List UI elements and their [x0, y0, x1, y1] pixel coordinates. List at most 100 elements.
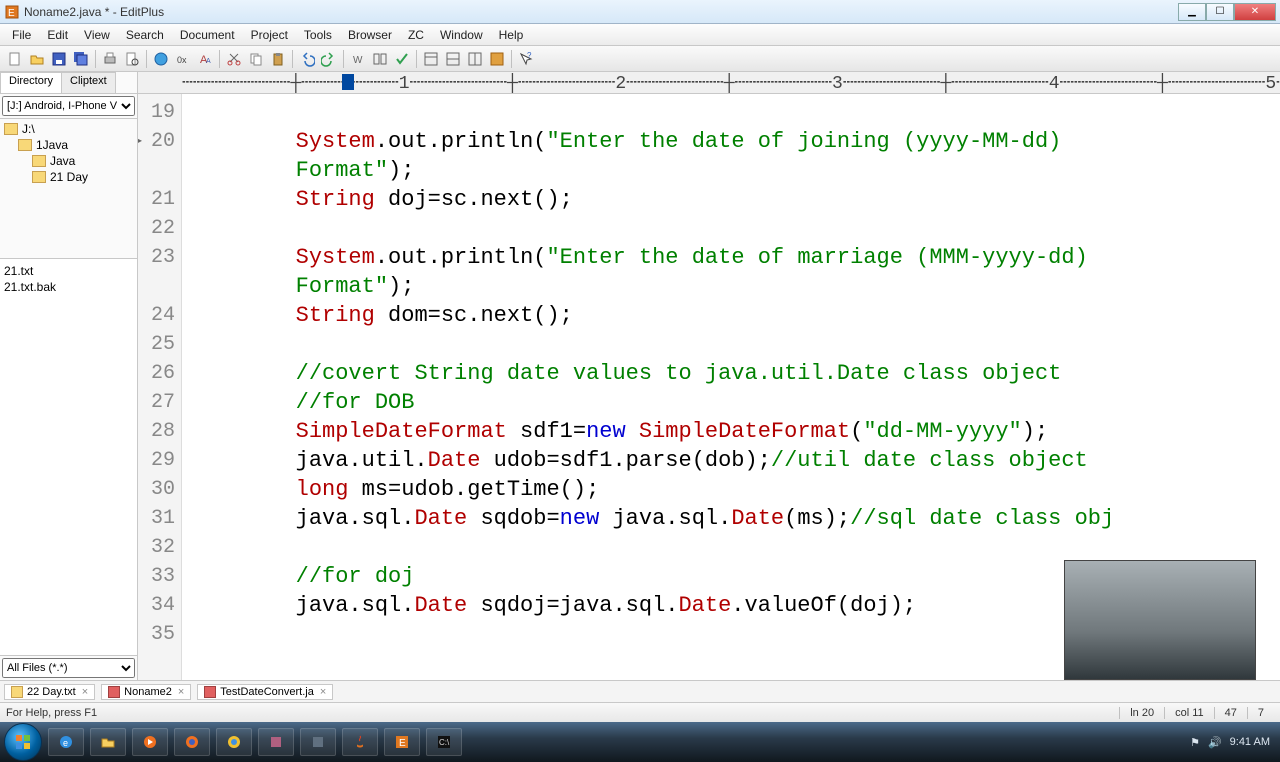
check-icon[interactable]	[391, 48, 413, 70]
svg-text:C:\: C:\	[439, 738, 450, 747]
undo-icon[interactable]	[296, 48, 318, 70]
menu-document[interactable]: Document	[172, 26, 243, 44]
sidebar: Directory Cliptext [J:] Android, I-Phone…	[0, 72, 138, 680]
task-editplus-icon[interactable]: E	[384, 728, 420, 756]
system-tray[interactable]: ⚑ 🔊 9:41 AM	[1190, 736, 1276, 749]
code-line[interactable]: java.sql.Date sqdob=new java.sql.Date(ms…	[190, 504, 1280, 533]
print-icon[interactable]	[99, 48, 121, 70]
taskbar: e E C:\ ⚑ 🔊 9:41 AM	[0, 722, 1280, 762]
split-v-icon[interactable]	[464, 48, 486, 70]
menu-project[interactable]: Project	[243, 26, 296, 44]
task-firefox-icon[interactable]	[174, 728, 210, 756]
save-icon[interactable]	[48, 48, 70, 70]
ruler-caret-icon	[342, 74, 354, 90]
fullscreen-icon[interactable]	[486, 48, 508, 70]
minimize-button[interactable]: ▁	[1178, 3, 1206, 21]
menu-edit[interactable]: Edit	[39, 26, 76, 44]
folder-icon	[4, 123, 18, 135]
tray-volume-icon[interactable]: 🔊	[1208, 736, 1222, 749]
menu-zc[interactable]: ZC	[400, 26, 432, 44]
help-pointer-icon[interactable]: ?	[515, 48, 537, 70]
code-line[interactable]: java.util.Date udob=sdf1.parse(dob);//ut…	[190, 446, 1280, 475]
start-button[interactable]	[4, 723, 42, 761]
svg-text:0x: 0x	[177, 55, 187, 65]
code-line[interactable]: Format");	[190, 156, 1280, 185]
save-all-icon[interactable]	[70, 48, 92, 70]
menu-search[interactable]: Search	[118, 26, 172, 44]
code-line[interactable]	[190, 98, 1280, 127]
menu-browser[interactable]: Browser	[340, 26, 400, 44]
task-app1-icon[interactable]	[258, 728, 294, 756]
maximize-button[interactable]: ☐	[1206, 3, 1234, 21]
file-filter-select[interactable]: All Files (*.*)	[2, 658, 135, 678]
tray-time[interactable]: 9:41 AM	[1230, 736, 1270, 748]
menu-bar: FileEditViewSearchDocumentProjectToolsBr…	[0, 24, 1280, 46]
split-h-icon[interactable]	[442, 48, 464, 70]
file-list[interactable]: 21.txt21.txt.bak	[0, 259, 137, 655]
webcam-overlay	[1064, 560, 1256, 680]
menu-window[interactable]: Window	[432, 26, 491, 44]
doc-tab[interactable]: 22 Day.txt×	[4, 684, 95, 700]
task-ie-icon[interactable]: e	[48, 728, 84, 756]
status-sel: 47	[1214, 707, 1247, 719]
directory-tree[interactable]: J:\1JavaJava21 Day	[0, 119, 137, 259]
menu-view[interactable]: View	[76, 26, 118, 44]
menu-file[interactable]: File	[4, 26, 39, 44]
close-tab-icon[interactable]: ×	[82, 686, 88, 698]
code-line[interactable]: //covert String date values to java.util…	[190, 359, 1280, 388]
task-explorer-icon[interactable]	[90, 728, 126, 756]
doc-tab[interactable]: Noname2×	[101, 684, 191, 700]
svg-text:E: E	[399, 738, 406, 749]
task-media-icon[interactable]	[132, 728, 168, 756]
columns-icon[interactable]	[369, 48, 391, 70]
folder-icon	[32, 171, 46, 183]
code-line[interactable]: Format");	[190, 272, 1280, 301]
tree-item[interactable]: 21 Day	[0, 169, 137, 185]
close-tab-icon[interactable]: ×	[320, 686, 326, 698]
code-line[interactable]	[190, 330, 1280, 359]
tray-flag-icon[interactable]: ⚑	[1190, 736, 1200, 749]
paste-icon[interactable]	[267, 48, 289, 70]
preview-icon[interactable]	[121, 48, 143, 70]
code-line[interactable]	[190, 214, 1280, 243]
browser-icon[interactable]	[150, 48, 172, 70]
task-chrome-icon[interactable]	[216, 728, 252, 756]
task-java-icon[interactable]	[342, 728, 378, 756]
tab-cliptext[interactable]: Cliptext	[61, 72, 116, 93]
tree-item[interactable]: J:\	[0, 121, 137, 137]
open-icon[interactable]	[26, 48, 48, 70]
doc-tab[interactable]: TestDateConvert.ja×	[197, 684, 333, 700]
close-button[interactable]: ✕	[1234, 3, 1276, 21]
code-line[interactable]: String dom=sc.next();	[190, 301, 1280, 330]
menu-tools[interactable]: Tools	[296, 26, 340, 44]
window-title: Noname2.java * - EditPlus	[24, 5, 1178, 19]
menu-help[interactable]: Help	[491, 26, 532, 44]
hex-icon[interactable]: 0x	[172, 48, 194, 70]
copy-icon[interactable]	[245, 48, 267, 70]
tree-item[interactable]: 1Java	[0, 137, 137, 153]
code-line[interactable]: System.out.println("Enter the date of jo…	[190, 127, 1280, 156]
word-wrap-icon[interactable]: W	[347, 48, 369, 70]
code-line[interactable]: System.out.println("Enter the date of ma…	[190, 243, 1280, 272]
drive-select[interactable]: [J:] Android, I-Phone V	[2, 96, 135, 116]
code-line[interactable]: long ms=udob.getTime();	[190, 475, 1280, 504]
status-extra: 7	[1247, 707, 1274, 719]
tree-item[interactable]: Java	[0, 153, 137, 169]
tab-directory[interactable]: Directory	[0, 72, 62, 93]
file-item[interactable]: 21.txt.bak	[4, 279, 133, 295]
code-line[interactable]: //for DOB	[190, 388, 1280, 417]
file-item[interactable]: 21.txt	[4, 263, 133, 279]
font-icon[interactable]: AA	[194, 48, 216, 70]
code-line[interactable]: String doj=sc.next();	[190, 185, 1280, 214]
new-file-icon[interactable]	[4, 48, 26, 70]
close-tab-icon[interactable]: ×	[178, 686, 184, 698]
redo-icon[interactable]	[318, 48, 340, 70]
window-list-icon[interactable]	[420, 48, 442, 70]
folder-icon	[32, 155, 46, 167]
task-app2-icon[interactable]	[300, 728, 336, 756]
document-tabs: 22 Day.txt× Noname2× TestDateConvert.ja×	[0, 680, 1280, 702]
task-cmd-icon[interactable]: C:\	[426, 728, 462, 756]
cut-icon[interactable]	[223, 48, 245, 70]
code-line[interactable]	[190, 533, 1280, 562]
code-line[interactable]: SimpleDateFormat sdf1=new SimpleDateForm…	[190, 417, 1280, 446]
